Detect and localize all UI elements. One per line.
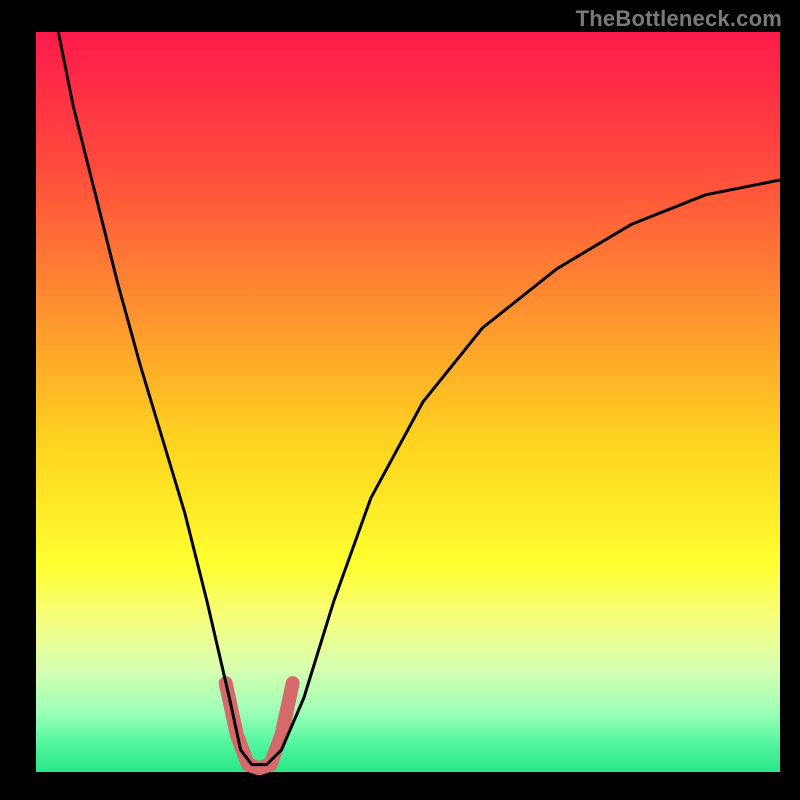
plot-background: [36, 32, 780, 772]
watermark-text: TheBottleneck.com: [576, 6, 782, 32]
chart-container: TheBottleneck.com: [0, 0, 800, 800]
bottleneck-chart: [0, 0, 800, 800]
